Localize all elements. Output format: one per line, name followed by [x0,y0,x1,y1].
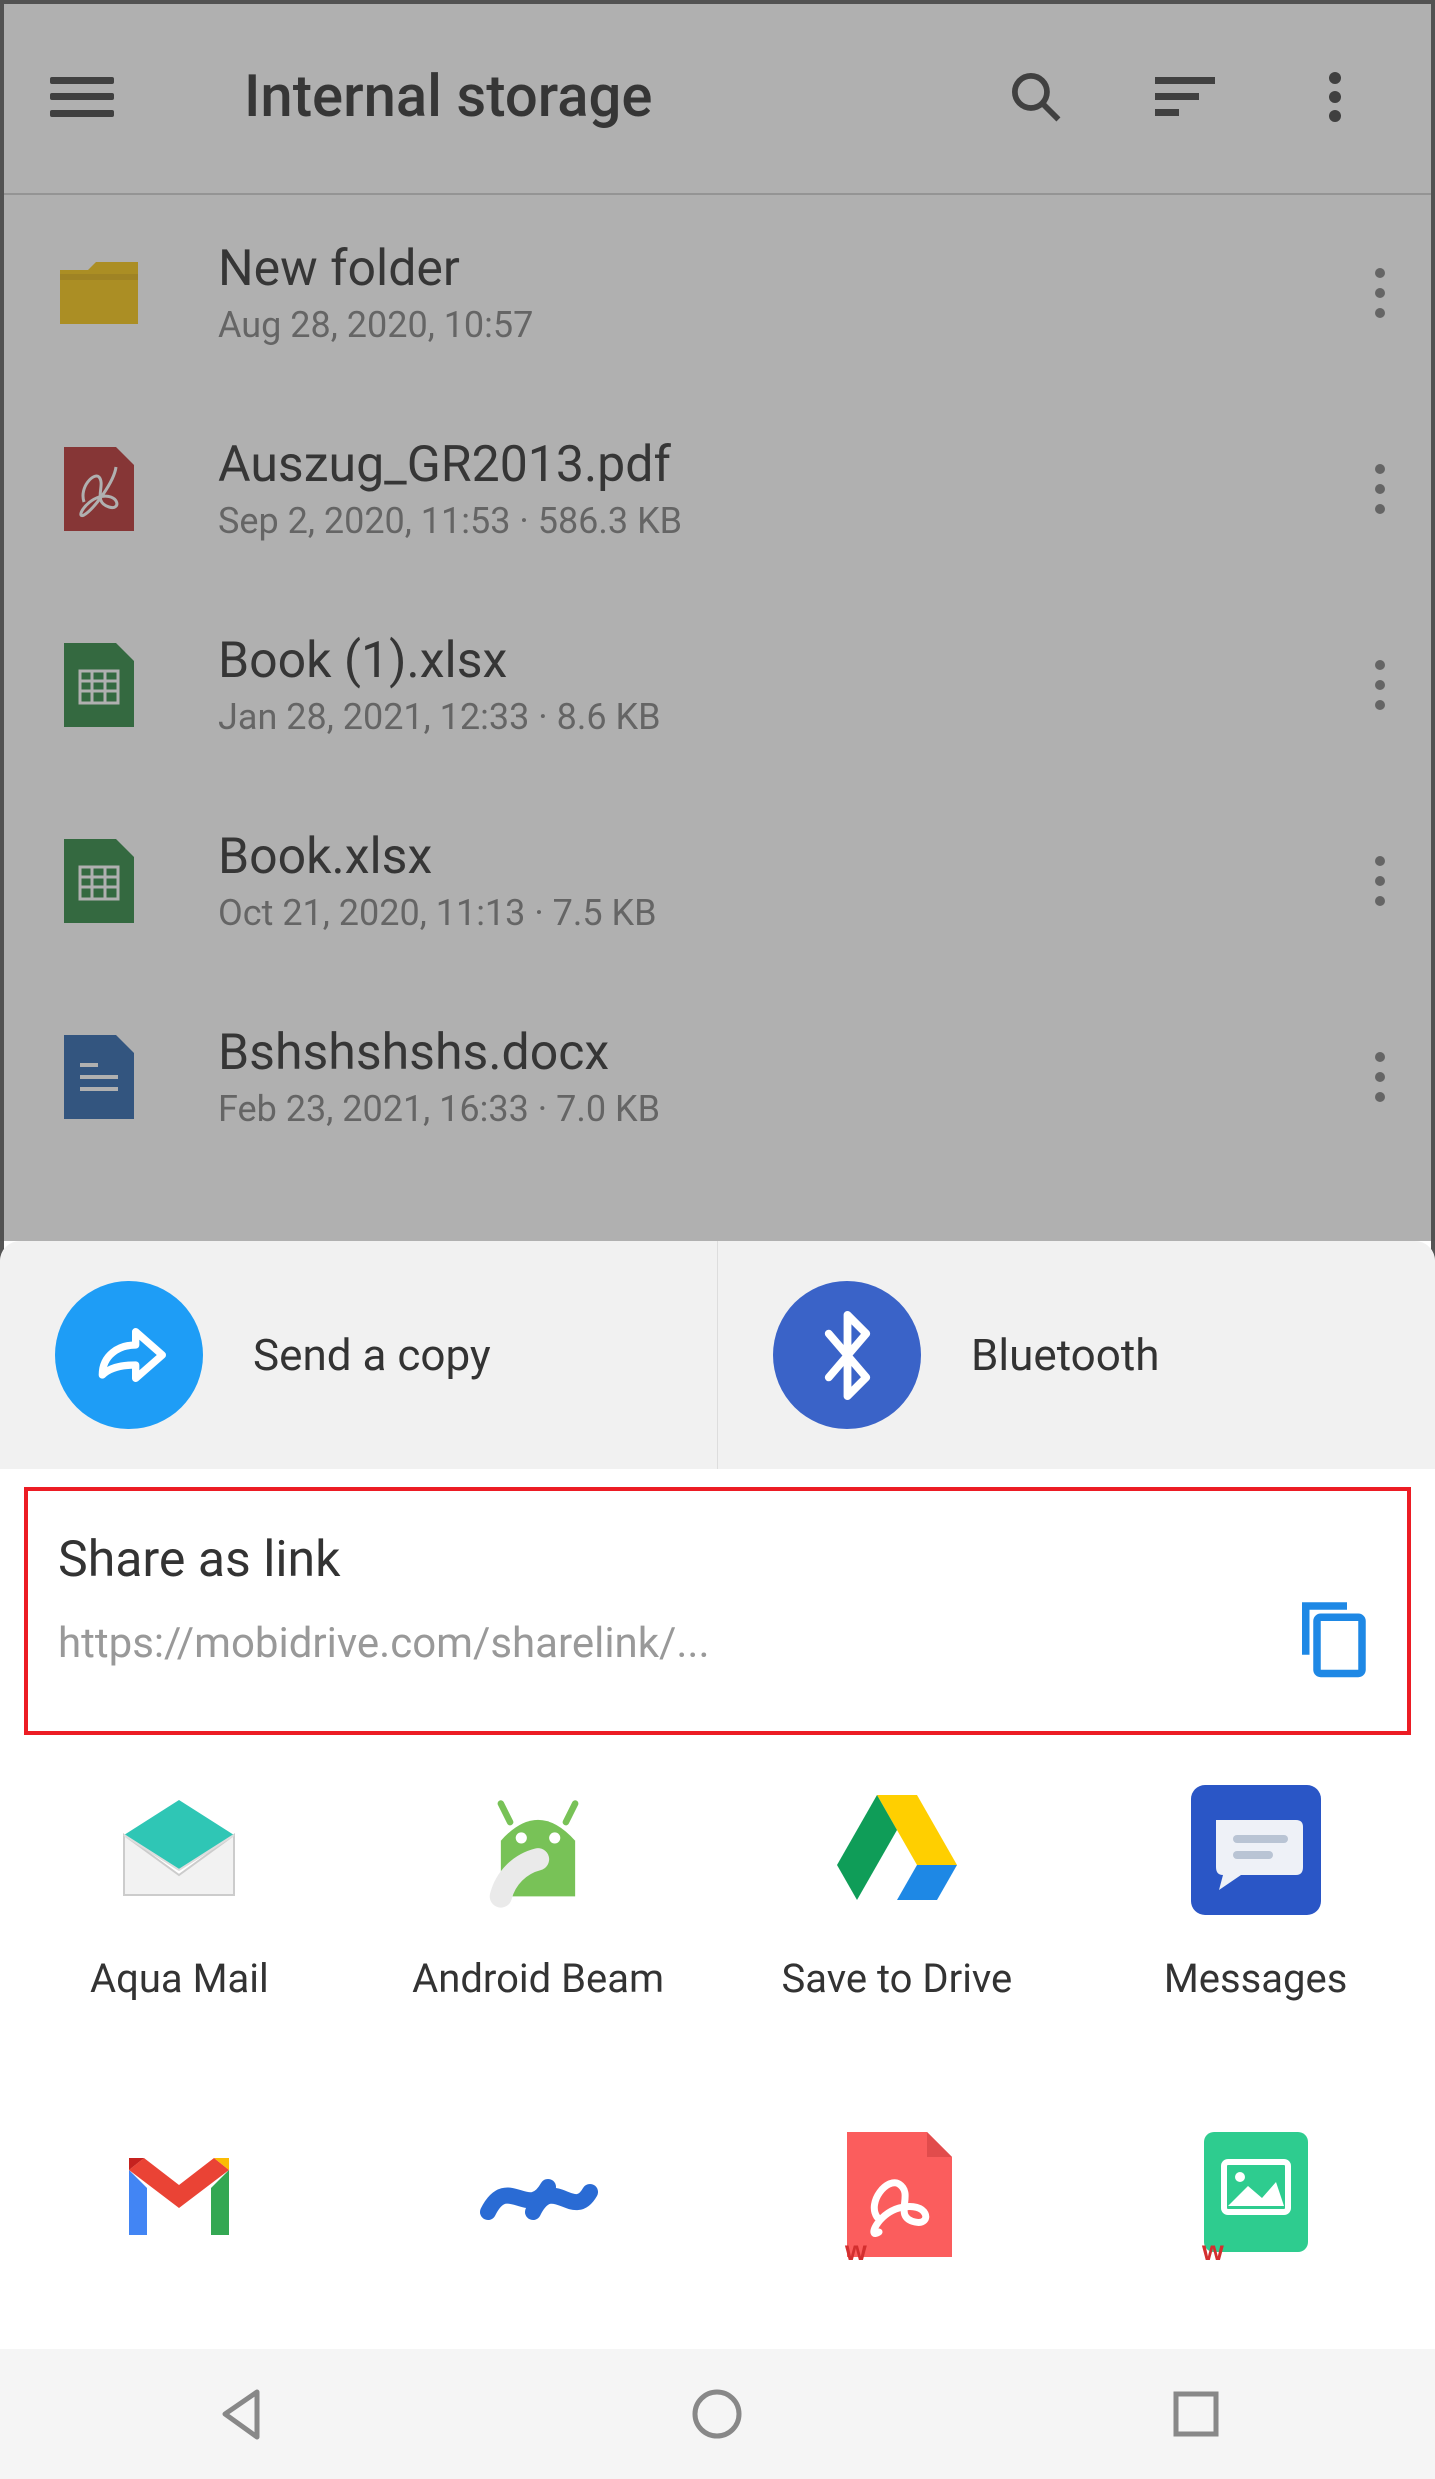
app-label: Aqua Mail [90,1955,269,2002]
system-nav-bar [0,2349,1435,2479]
share-target-wps-image[interactable]: w [1076,2132,1435,2262]
share-target-messages[interactable]: Messages [1076,1785,1435,2002]
share-app-grid: Aqua Mail Android Beam Save to Drive Mes… [0,1765,1435,2392]
bluetooth-label: Bluetooth [971,1329,1159,1381]
share-target-wps-pdf[interactable]: w [718,2132,1077,2262]
svg-text:w: w [1201,2235,1224,2262]
svg-text:w: w [844,2235,867,2262]
bluetooth-button[interactable]: Bluetooth [717,1241,1435,1469]
back-button[interactable] [209,2384,269,2444]
gmail-icon [114,2132,244,2262]
bluetooth-icon [773,1281,921,1429]
share-sheet: Send a copy Bluetooth Share as link http… [0,1241,1435,2479]
send-copy-label: Send a copy [253,1329,491,1381]
share-link-box[interactable]: Share as link https://mobidrive.com/shar… [24,1487,1411,1735]
send-copy-button[interactable]: Send a copy [0,1241,717,1469]
share-link-url: https://mobidrive.com/sharelink/... [58,1619,1257,1668]
share-link-title: Share as link [58,1531,1257,1589]
wave-icon [473,2132,603,2262]
share-target-gmail[interactable] [0,2132,359,2262]
wps-image-icon: w [1191,2132,1321,2262]
app-label: Messages [1164,1955,1348,2002]
recent-button[interactable] [1166,2384,1226,2444]
dim-overlay[interactable] [0,0,1435,1241]
home-button[interactable] [687,2384,747,2444]
share-arrow-icon [55,1281,203,1429]
aqua-mail-icon [114,1785,244,1915]
share-target-drive[interactable]: Save to Drive [718,1785,1077,2002]
wps-pdf-icon: w [832,2132,962,2262]
share-target-wave[interactable] [359,2132,718,2262]
share-target-android-beam[interactable]: Android Beam [359,1785,718,2002]
send-row: Send a copy Bluetooth [0,1241,1435,1469]
share-target-aqua-mail[interactable]: Aqua Mail [0,1785,359,2002]
drive-icon [832,1785,962,1915]
app-label: Android Beam [412,1955,664,2002]
copy-icon[interactable] [1287,1591,1377,1681]
app-label: Save to Drive [781,1955,1012,2002]
android-beam-icon [473,1785,603,1915]
messages-icon [1191,1785,1321,1915]
